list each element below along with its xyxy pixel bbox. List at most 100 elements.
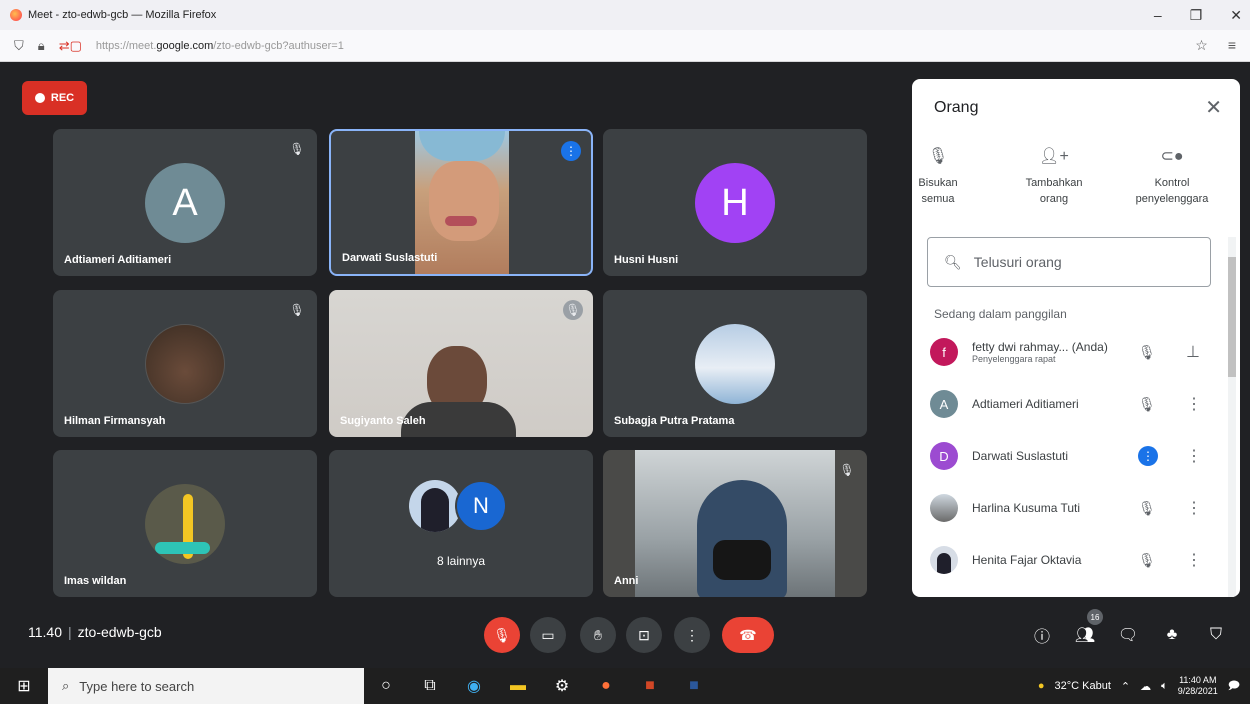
edge-icon[interactable]: ◉ — [452, 676, 496, 696]
meeting-time: 11.40 — [28, 624, 62, 640]
participant-tile[interactable]: A 🎙︎ Adtiameri Aditiameri — [53, 129, 317, 276]
participant-row[interactable]: f fetty dwi rahmay... (Anda) Penyelenggar… — [930, 327, 1220, 377]
people-button[interactable]: 👥︎ — [1073, 623, 1097, 647]
tray-chevron-icon[interactable]: ⌃ — [1121, 680, 1130, 693]
search-icon: 🔍︎ — [944, 253, 962, 270]
mic-off-icon[interactable]: 🎙︎ — [1138, 344, 1156, 361]
weather-icon: ● — [1037, 680, 1045, 692]
settings-icon[interactable]: ⚙ — [540, 676, 584, 696]
volume-icon[interactable]: 🔈︎ — [1161, 680, 1168, 693]
close-window-button[interactable]: ✕ — [1230, 7, 1242, 24]
firefox-icon[interactable]: ● — [584, 677, 628, 695]
participant-tile[interactable]: Imas wildan — [53, 450, 317, 597]
network-icon[interactable]: ☁︎ — [1140, 680, 1151, 693]
powerpoint-icon[interactable]: ■ — [628, 677, 672, 695]
others-count-label: 8 lainnya — [436, 554, 486, 568]
permissions-icon[interactable]: ⇄▢ — [59, 38, 82, 54]
meet-stage: REC A 🎙︎ Adtiameri Aditiameri ⋮ Darwati … — [0, 63, 1250, 668]
hand-icon: ✋︎ — [594, 626, 602, 643]
host-controls-button[interactable]: ⛉ — [1204, 623, 1228, 647]
firefox-icon — [10, 9, 22, 21]
hang-up-icon: ☎︎ — [739, 626, 757, 643]
mic-toggle-button[interactable]: 🎙︎ — [484, 617, 520, 653]
camera-icon: ▭ — [541, 626, 555, 643]
mic-off-icon: 🎙︎ — [927, 148, 949, 165]
more-options-icon[interactable]: ⋮ — [1186, 446, 1202, 466]
scrollbar-thumb[interactable] — [1228, 257, 1236, 377]
person-add-icon: 👤︎+ — [1039, 148, 1069, 165]
panel-title: Orang — [934, 99, 979, 116]
file-explorer-icon[interactable]: ▬ — [496, 677, 540, 695]
participant-row[interactable]: D Darwati Suslastuti ⋮ ⋮ — [930, 431, 1220, 481]
mute-all-button[interactable]: 🎙︎ Bisukan semua — [912, 149, 993, 207]
mic-off-icon[interactable]: 🎙︎ — [1138, 552, 1156, 569]
taskbar-search[interactable]: ⌕ Type here to search — [48, 668, 364, 704]
more-options-button[interactable]: ⋮ — [674, 617, 710, 653]
maximize-button[interactable]: ❐ — [1190, 7, 1203, 24]
participant-name: Sugiyanto Saleh — [340, 415, 426, 427]
host-controls-button[interactable]: ⊂● Kontrol penyelenggara — [1117, 149, 1227, 207]
participant-tile[interactable]: 🎙︎ Sugiyanto Saleh — [329, 290, 593, 437]
activities-button[interactable]: ♣ — [1160, 623, 1184, 647]
task-view-icon[interactable]: ⧉ — [408, 677, 452, 695]
chat-icon: 🗨︎ — [1117, 627, 1139, 644]
meeting-info: 11.40 | zto-edwb-gcb — [28, 624, 162, 640]
pin-icon[interactable]: ⊥ — [1186, 342, 1200, 362]
participant-row[interactable]: A Adtiameri Aditiameri 🎙︎ ⋮ — [930, 379, 1220, 429]
others-tile[interactable]: N 8 lainnya — [329, 450, 593, 597]
participant-row[interactable]: Henita Fajar Oktavia 🎙︎ ⋮ — [930, 535, 1220, 585]
url-field[interactable]: https://meet.google.com/zto-edwb-gcb?aut… — [96, 40, 344, 52]
clock[interactable]: 11:40 AM 9/28/2021 — [1178, 675, 1218, 697]
meeting-code: zto-edwb-gcb — [77, 624, 162, 640]
speaking-indicator-icon: ⋮ — [561, 141, 581, 161]
present-button[interactable]: ⊡ — [626, 617, 662, 653]
avatar-photo — [145, 324, 225, 404]
participant-tile[interactable]: H Husni Husni — [603, 129, 867, 276]
more-options-icon[interactable]: ⋮ — [1186, 550, 1202, 570]
participant-tile-speaking[interactable]: ⋮ Darwati Suslastuti — [329, 129, 593, 276]
window-titlebar: Meet - zto-edwb-gcb — Mozilla Firefox – … — [0, 0, 1250, 30]
participant-tile[interactable]: 🎙︎ Hilman Firmansyah — [53, 290, 317, 437]
mic-off-icon: 🎙︎ — [839, 463, 855, 477]
avatar-photo — [695, 324, 775, 404]
participant-tile[interactable]: 🎙︎ Anni — [603, 450, 867, 597]
participant-name: Darwati Suslastuti — [342, 252, 438, 264]
avatar-photo — [930, 546, 958, 574]
chat-button[interactable]: 🗨︎ — [1116, 623, 1140, 647]
participant-row[interactable]: Harlina Kusuma Tuti 🎙︎ ⋮ — [930, 483, 1220, 533]
people-icon: 👥︎ — [1074, 627, 1096, 644]
search-icon: ⌕ — [62, 678, 70, 693]
close-icon[interactable]: ✕ — [1205, 95, 1222, 120]
participant-name: Adtiameri Aditiameri — [64, 254, 172, 266]
avatar: A — [145, 163, 225, 243]
minimize-button[interactable]: – — [1154, 7, 1162, 23]
present-icon: ⊡ — [638, 626, 650, 643]
lock-icon[interactable]: 🔒︎ — [38, 38, 45, 54]
shield-icon: ⛉ — [1209, 626, 1222, 643]
search-input[interactable]: 🔍︎ Telusuri orang — [927, 237, 1211, 287]
menu-icon[interactable]: ≡ — [1228, 37, 1236, 54]
add-people-button[interactable]: 👤︎+ Tambahkan orang — [999, 149, 1109, 207]
avatar: D — [930, 442, 958, 470]
meeting-details-button[interactable]: ⓘ — [1030, 623, 1054, 647]
window-title: Meet - zto-edwb-gcb — Mozilla Firefox — [28, 9, 217, 21]
shield-icon[interactable]: ⛉ — [14, 38, 24, 54]
windows-start-button[interactable]: ⊞ — [0, 676, 48, 696]
more-options-icon[interactable]: ⋮ — [1186, 498, 1202, 518]
avatar-photo — [930, 494, 958, 522]
notifications-icon[interactable]: 🗩︎ — [1228, 677, 1240, 696]
cortana-icon[interactable]: ○ — [364, 677, 408, 695]
mic-off-icon[interactable]: 🎙︎ — [1138, 500, 1156, 517]
avatar-photo — [145, 484, 225, 564]
mic-off-icon[interactable]: 🎙︎ — [1138, 396, 1156, 413]
participant-tile[interactable]: Subagja Putra Pratama — [603, 290, 867, 437]
leave-call-button[interactable]: ☎︎ — [722, 617, 774, 653]
word-icon[interactable]: ■ — [672, 677, 716, 695]
bookmark-star-icon[interactable]: ☆ — [1195, 37, 1208, 54]
scrollbar[interactable] — [1228, 237, 1236, 597]
raise-hand-button[interactable]: ✋︎ — [580, 617, 616, 653]
weather-text[interactable]: 32°C Kabut — [1055, 680, 1111, 692]
avatar-photo — [409, 480, 461, 532]
camera-toggle-button[interactable]: ▭ — [530, 617, 566, 653]
more-options-icon[interactable]: ⋮ — [1186, 394, 1202, 414]
